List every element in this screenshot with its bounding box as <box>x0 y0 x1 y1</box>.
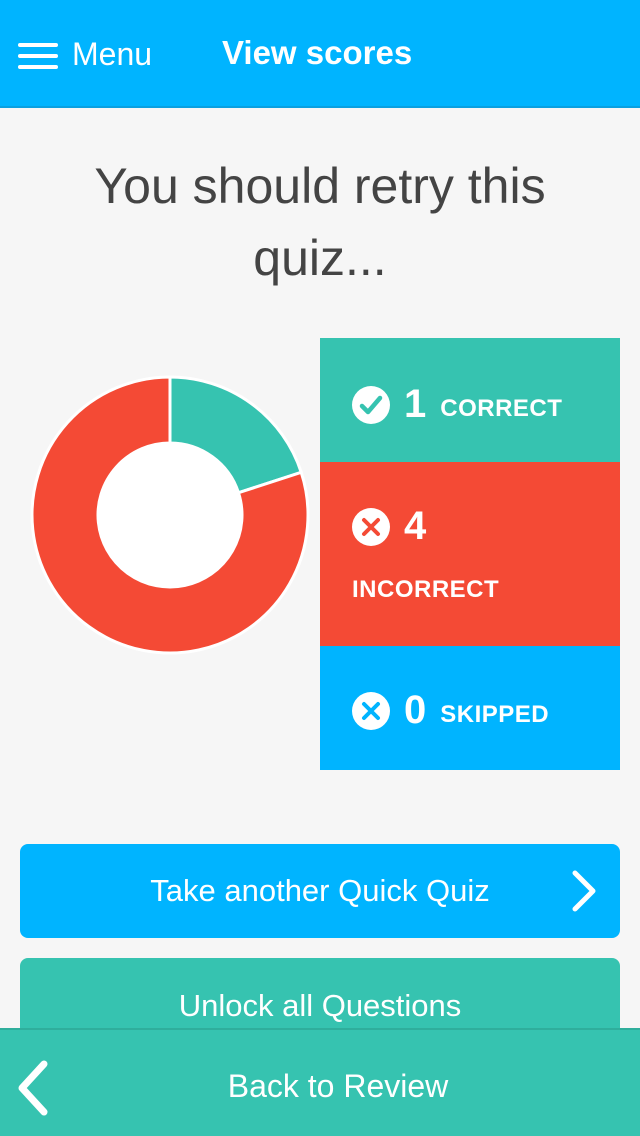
skipped-label: SKIPPED <box>440 700 550 728</box>
check-circle-icon <box>352 385 390 424</box>
top-nav-bar: Menu View scores <box>0 0 640 108</box>
chevron-right-icon <box>572 870 596 912</box>
result-headline: You should retry this quiz... <box>94 158 546 286</box>
back-to-review-button[interactable]: Back to Review <box>0 1068 640 1105</box>
correct-count: 1 <box>404 382 427 426</box>
correct-label: CORRECT <box>440 394 563 422</box>
incorrect-count: 4 <box>404 504 427 548</box>
take-another-quiz-button[interactable]: Take another Quick Quiz <box>20 844 620 938</box>
unlock-questions-label: Unlock all Questions <box>178 988 462 1023</box>
hamburger-icon <box>18 39 58 69</box>
page-title: View scores <box>222 34 413 71</box>
menu-label: Menu <box>72 35 153 72</box>
results-breakdown: 1 CORRECT 4 INCORRECT 0 SKIPPED <box>320 338 620 770</box>
skipped-count: 0 <box>404 688 427 732</box>
menu-button[interactable]: Menu <box>18 30 152 78</box>
skipped-stat: 0 SKIPPED <box>320 646 620 770</box>
incorrect-stat: 4 INCORRECT <box>320 462 620 646</box>
bottom-nav-bar: Back to Review <box>0 1028 640 1136</box>
incorrect-label: INCORRECT <box>352 576 500 603</box>
results-donut-chart <box>30 375 310 655</box>
take-another-quiz-label: Take another Quick Quiz <box>150 873 490 908</box>
x-circle-icon <box>352 691 390 730</box>
x-circle-icon <box>352 507 390 546</box>
correct-stat: 1 CORRECT <box>320 338 620 462</box>
donut-hole <box>98 443 242 587</box>
